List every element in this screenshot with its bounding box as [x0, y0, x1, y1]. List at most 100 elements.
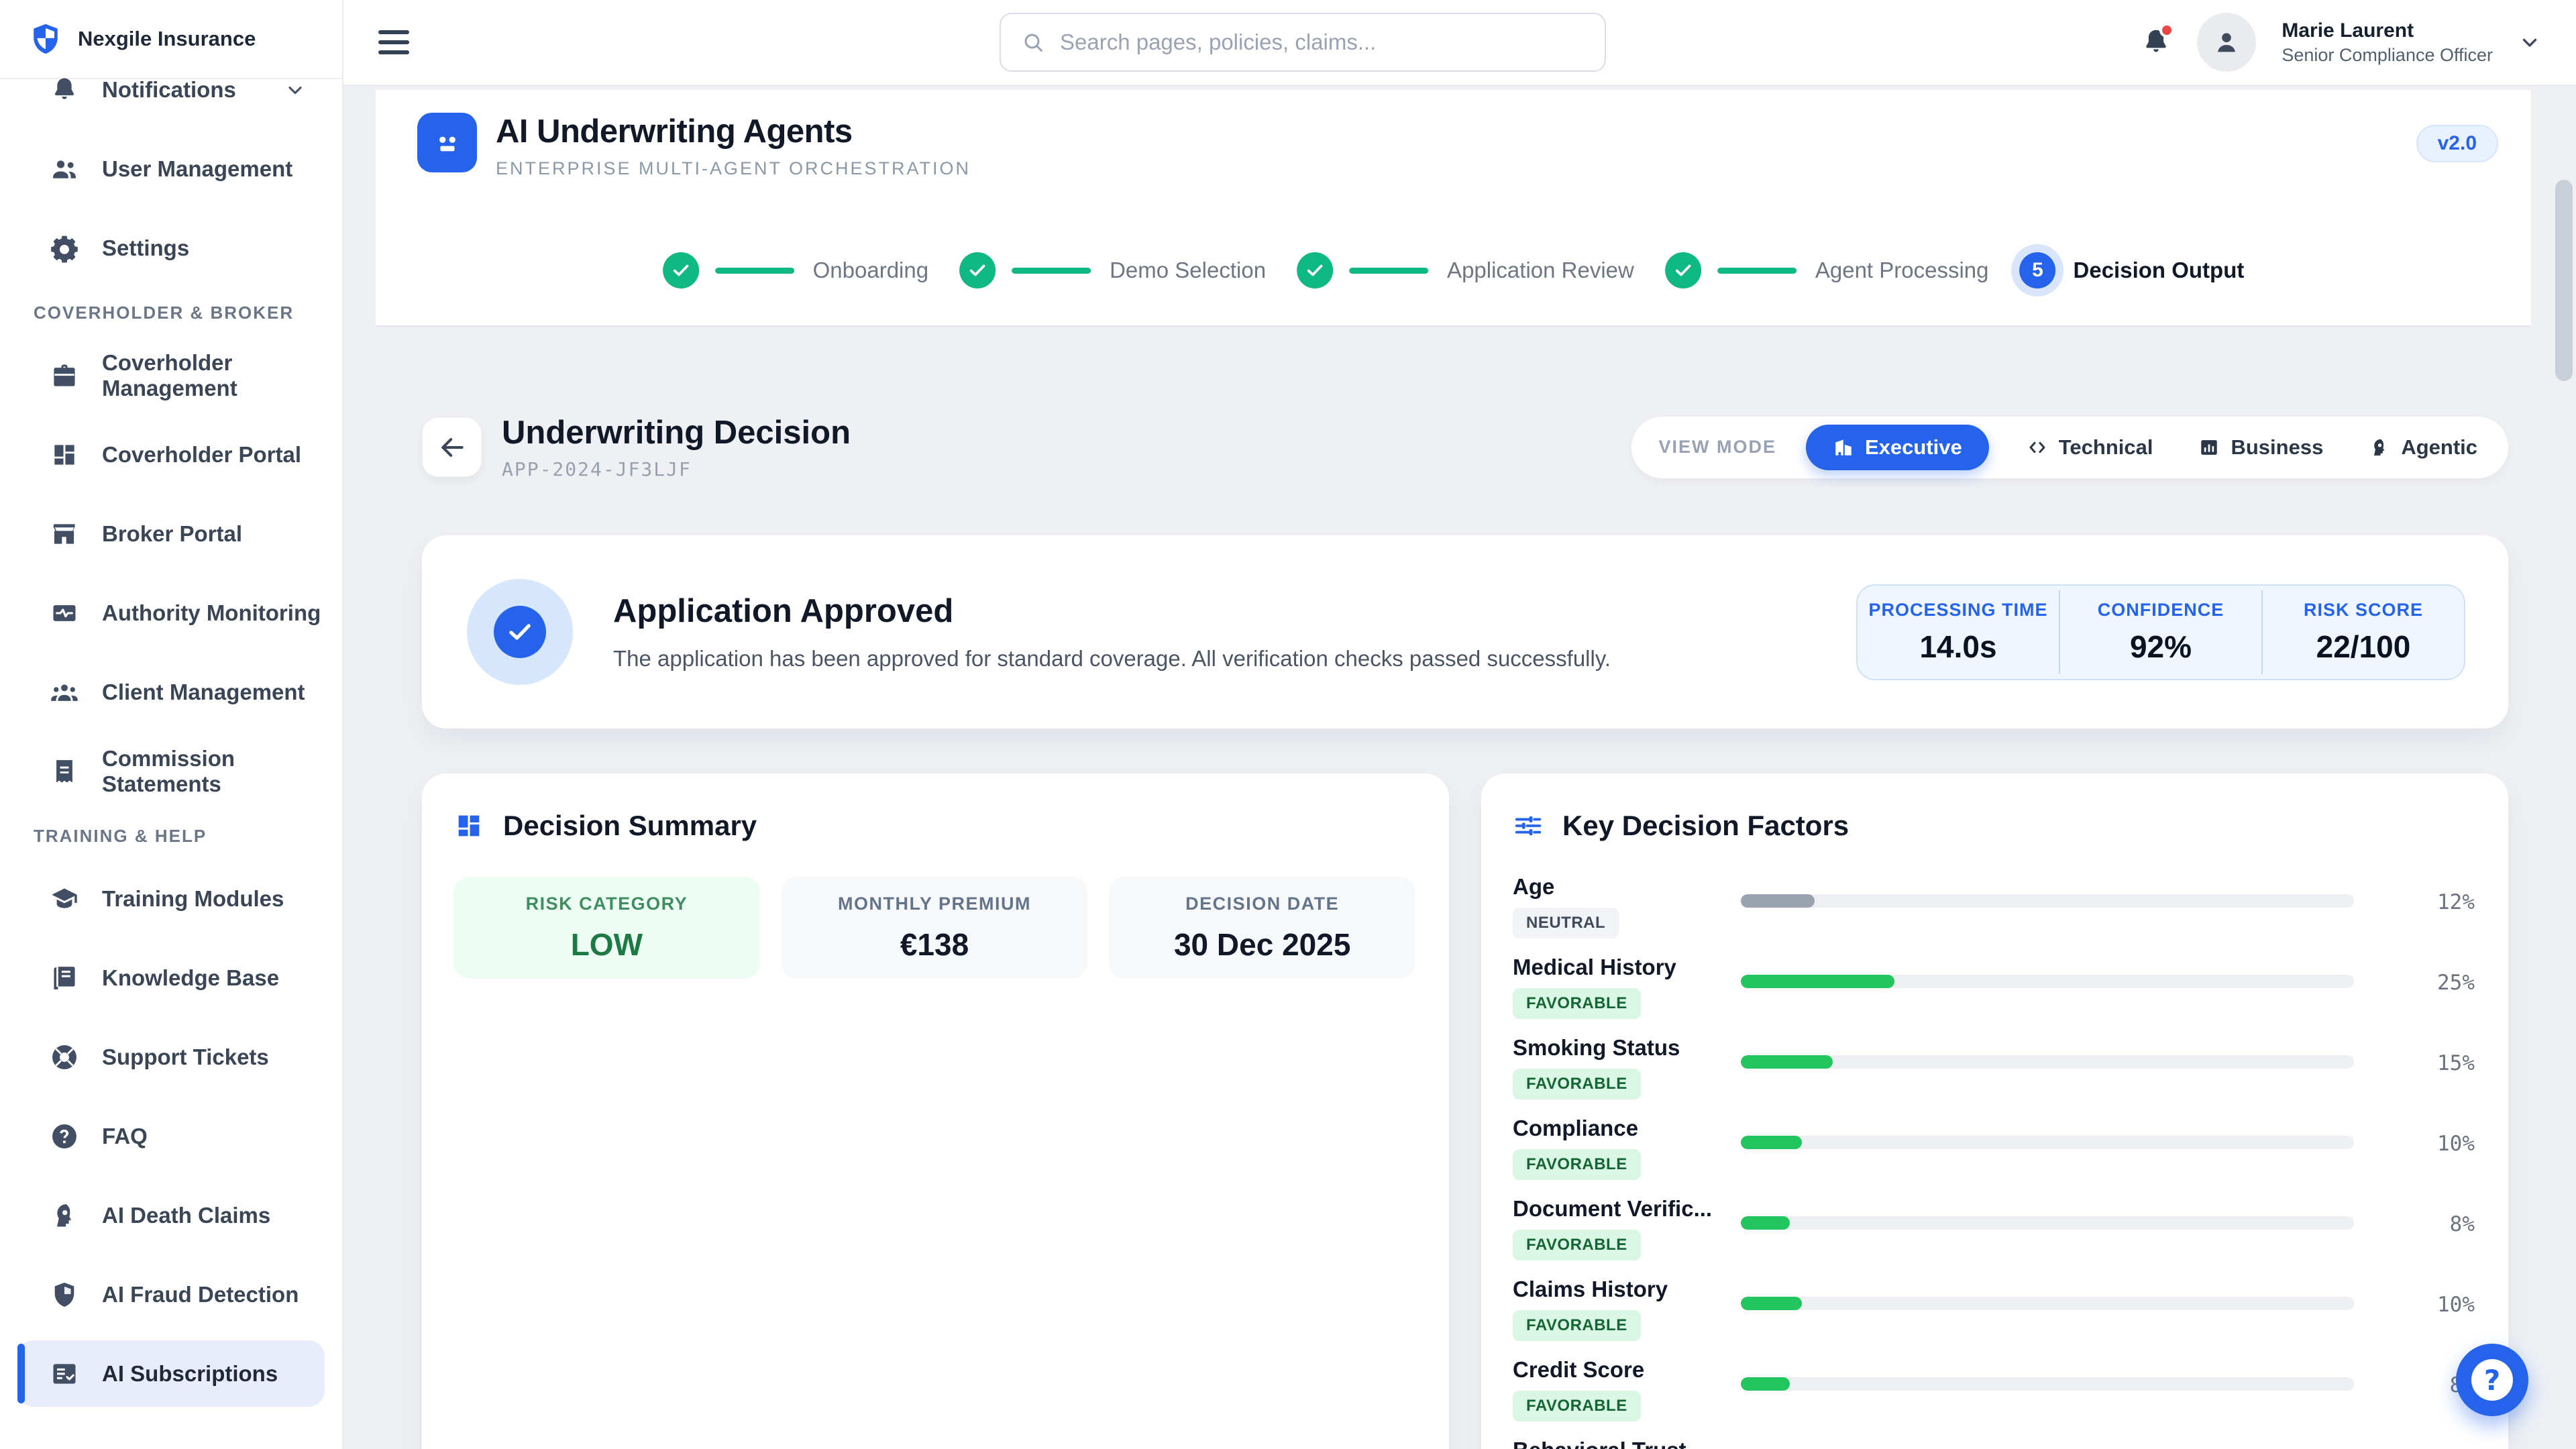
- sidebar-item-coverholder-management[interactable]: Coverholder Management: [17, 342, 325, 409]
- search-input[interactable]: [1060, 30, 1585, 55]
- tile-value: 30 Dec 2025: [1174, 926, 1350, 963]
- factor-row-compliance: ComplianceFAVORABLE10%: [1513, 1116, 2475, 1196]
- scrollbar-thumb[interactable]: [2555, 180, 2573, 381]
- summary-tile-risk-category: RISK CATEGORYLOW: [453, 877, 760, 979]
- page-header-left: AI Underwriting Agents ENTERPRISE MULTI-…: [417, 113, 971, 179]
- key-factors-header: Key Decision Factors: [1513, 808, 2475, 843]
- factor-percent: 10%: [2381, 1293, 2475, 1317]
- shield-icon: [50, 1280, 79, 1309]
- check-icon: [494, 606, 546, 658]
- sidebar-item-user-management[interactable]: User Management: [17, 136, 325, 202]
- subscriptions-icon: [50, 1359, 79, 1389]
- sidebar-item-faq[interactable]: FAQ: [17, 1103, 325, 1169]
- cards-row: Decision Summary RISK CATEGORYLOWMONTHLY…: [422, 773, 2508, 1449]
- sidebar-item-label: User Management: [102, 156, 292, 182]
- factor-bar-fill: [1741, 1297, 1802, 1310]
- avatar[interactable]: [2197, 13, 2256, 72]
- sidebar-item-commission-statements[interactable]: Commission Statements: [17, 738, 325, 804]
- sidebar-item-ai-fraud-detection[interactable]: AI Fraud Detection: [17, 1261, 325, 1328]
- tile-label: MONTHLY PREMIUM: [838, 894, 1031, 914]
- view-mode-button-label: Technical: [2059, 435, 2153, 460]
- metric-label: CONFIDENCE: [2060, 600, 2261, 621]
- factor-label: Claims History: [1513, 1277, 1714, 1302]
- sidebar: Nexgile Insurance NotificationsUser Mana…: [0, 0, 343, 1449]
- step-connector: [1349, 268, 1428, 274]
- sidebar-item-label: Broker Portal: [102, 521, 242, 547]
- help-fab[interactable]: ?: [2456, 1344, 2528, 1416]
- grid-icon: [453, 810, 484, 841]
- view-mode-business[interactable]: Business: [2190, 425, 2331, 470]
- summary-tile-monthly-premium: MONTHLY PREMIUM €138: [782, 877, 1088, 979]
- step-number: 5: [2020, 252, 2056, 288]
- step-decision-output: 5 Decision Output: [2020, 252, 2245, 288]
- step-onboarding: Onboarding: [663, 252, 928, 288]
- sidebar-item-settings[interactable]: Settings: [17, 215, 325, 281]
- factor-row-document-verific: Document Verific...FAVORABLE8%: [1513, 1196, 2475, 1277]
- building-icon: [1833, 437, 1854, 458]
- approved-check-circle: [467, 579, 573, 685]
- tile-value: €138: [900, 926, 969, 963]
- sidebar-nav: NotificationsUser ManagementSettingsCOVE…: [0, 56, 342, 1449]
- sidebar-item-authority-monitoring[interactable]: Authority Monitoring: [17, 580, 325, 646]
- step-application-review: Application Review: [1297, 252, 1634, 288]
- step-label: Agent Processing: [1815, 258, 1989, 283]
- sidebar-item-training-modules[interactable]: Training Modules: [17, 865, 325, 932]
- sidebar-item-client-management[interactable]: Client Management: [17, 659, 325, 725]
- help-icon: ?: [2471, 1359, 2513, 1401]
- receipt-icon: [50, 757, 79, 786]
- view-mode-technical[interactable]: Technical: [2019, 425, 2161, 470]
- tile-label: RISK CATEGORY: [526, 894, 688, 914]
- sidebar-item-ai-death-claims[interactable]: AI Death Claims: [17, 1182, 325, 1248]
- factor-percent: 10%: [2381, 1132, 2475, 1156]
- hamburger-menu-icon[interactable]: [378, 30, 409, 54]
- step-connector: [1012, 268, 1091, 274]
- sidebar-item-coverholder-portal[interactable]: Coverholder Portal: [17, 421, 325, 488]
- graduation-icon: [50, 884, 79, 914]
- factor-badge: FAVORABLE: [1513, 1391, 1641, 1421]
- sidebar-item-label: Coverholder Management: [102, 350, 325, 401]
- sidebar-item-label: Training Modules: [102, 886, 284, 912]
- sidebar-item-knowledge-base[interactable]: Knowledge Base: [17, 945, 325, 1011]
- user-name: Marie Laurent: [2282, 19, 2493, 42]
- step-label: Application Review: [1447, 258, 1634, 283]
- decision-titles: Underwriting Decision APP-2024-JF3LJF: [502, 414, 851, 480]
- step-label: Decision Output: [2074, 258, 2245, 283]
- factor-percent: 15%: [2381, 1051, 2475, 1075]
- factor-row-age: AgeNEUTRAL12%: [1513, 874, 2475, 955]
- view-mode-agentic[interactable]: Agentic: [2361, 425, 2485, 470]
- version-badge: v2.0: [2416, 125, 2498, 162]
- factor-row-medical-history: Medical HistoryFAVORABLE25%: [1513, 955, 2475, 1035]
- scrollbar[interactable]: [2555, 177, 2573, 1442]
- sidebar-item-label: AI Subscriptions: [102, 1361, 278, 1387]
- sidebar-item-label: AI Death Claims: [102, 1203, 270, 1228]
- sidebar-item-broker-portal[interactable]: Broker Portal: [17, 500, 325, 567]
- view-mode-executive[interactable]: Executive: [1806, 425, 1989, 470]
- sidebar-item-ai-subscriptions[interactable]: AI Subscriptions: [17, 1340, 325, 1407]
- global-search[interactable]: [1000, 13, 1606, 72]
- decision-metrics: PROCESSING TIME14.0sCONFIDENCE92%RISK SC…: [1856, 584, 2465, 680]
- approval-description: The application has been approved for st…: [613, 646, 1611, 672]
- sidebar-item-label: FAQ: [102, 1124, 148, 1149]
- factor-bar: [1741, 1377, 2354, 1391]
- step-check-icon: [1297, 252, 1333, 288]
- decision-header: Underwriting Decision APP-2024-JF3LJF VI…: [422, 414, 2508, 480]
- step-connector: [1717, 268, 1796, 274]
- page-subtitle: ENTERPRISE MULTI-AGENT ORCHESTRATION: [496, 158, 971, 179]
- application-id: APP-2024-JF3LJF: [502, 458, 851, 480]
- back-button[interactable]: [422, 417, 482, 477]
- chevron-down-icon[interactable]: [2518, 31, 2541, 54]
- factor-percent: 25%: [2381, 971, 2475, 995]
- monitor-icon: [50, 598, 79, 628]
- approval-text: Application Approved The application has…: [613, 592, 1611, 672]
- summary-tiles: RISK CATEGORYLOWMONTHLY PREMIUM€138DECIS…: [453, 877, 1415, 979]
- sidebar-item-support-tickets[interactable]: Support Tickets: [17, 1024, 325, 1090]
- sidebar-item-label: Client Management: [102, 680, 305, 705]
- content-inner: Underwriting Decision APP-2024-JF3LJF VI…: [343, 414, 2576, 1449]
- grid-icon: [50, 440, 79, 470]
- sidebar-section-training-help: TRAINING & HELP: [34, 826, 325, 847]
- factor-badge: FAVORABLE: [1513, 988, 1641, 1019]
- factor-row-claims-history: Claims HistoryFAVORABLE10%: [1513, 1277, 2475, 1357]
- notifications-bell-icon[interactable]: [2141, 27, 2171, 58]
- sidebar-item-notifications[interactable]: Notifications: [17, 56, 325, 123]
- factor-list: AgeNEUTRAL12%Medical HistoryFAVORABLE25%…: [1513, 874, 2475, 1449]
